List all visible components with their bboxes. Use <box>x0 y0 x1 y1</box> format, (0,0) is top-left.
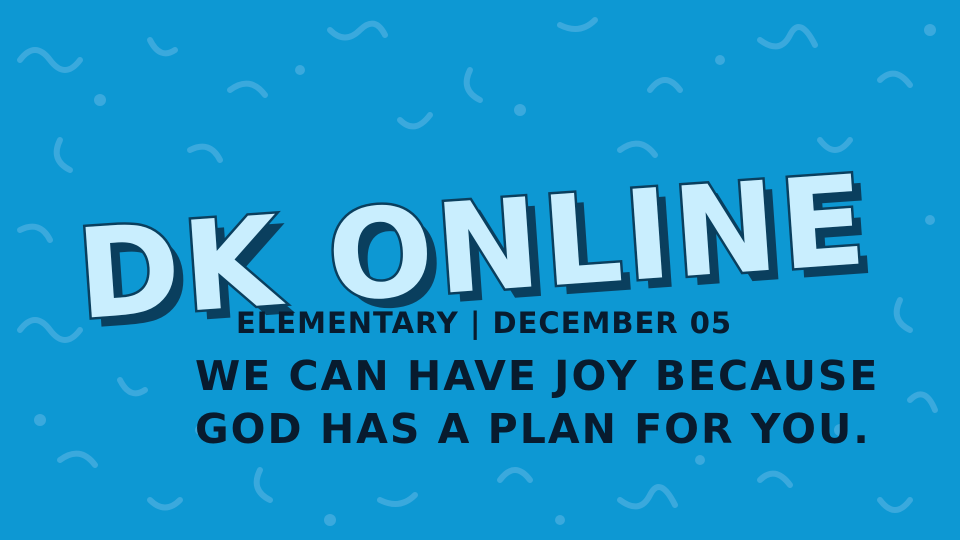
message-line-2: GOD HAS A PLAN FOR YOU. <box>195 405 871 453</box>
meta-line: ELEMENTARY | DECEMBER 05 <box>236 306 733 340</box>
headline-graphic: DK ONLINE DK ONLINE <box>70 147 882 358</box>
message-line-1: WE CAN HAVE JOY BECAUSE <box>195 352 880 400</box>
